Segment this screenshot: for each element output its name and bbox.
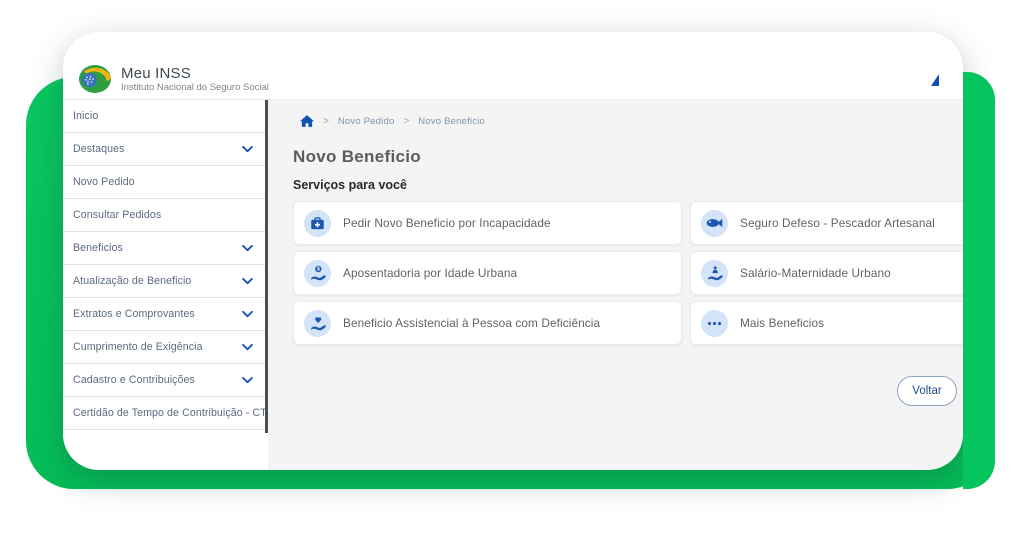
service-card-label: Pedir Novo Beneficio por Incapacidade <box>343 216 551 230</box>
service-card-label: Seguro Defeso - Pescador Artesanal <box>740 216 935 230</box>
green-overlay-bar <box>963 72 995 489</box>
service-card-label: Salário-Maternidade Urbano <box>740 266 891 280</box>
service-card-aposentadoria-por-idade-urbana[interactable]: $ Aposentadoria por Idade Urbana <box>293 251 682 295</box>
service-card-label: Beneficio Assistencial à Pessoa com Defi… <box>343 316 600 330</box>
sidebar-item-label: Certidão de Tempo de Contribuição - CTC <box>73 407 275 419</box>
sidebar-item-novo-pedido[interactable]: Novo Pedido <box>63 166 265 199</box>
sidebar-item-label: Inicio <box>73 110 98 122</box>
chevron-down-icon <box>242 377 253 384</box>
meu-inss-window: Meu INSS Instituto Nacional do Seguro So… <box>63 32 963 470</box>
svg-text:$: $ <box>316 267 319 273</box>
service-card-label: Aposentadoria por Idade Urbana <box>343 266 517 280</box>
service-card-pedir-novo-beneficio-por-incapacidade[interactable]: Pedir Novo Beneficio por Incapacidade <box>293 201 682 245</box>
sidebar-item-consultar-pedidos[interactable]: Consultar Pedidos <box>63 199 265 232</box>
breadcrumb: > Novo Pedido > Novo Beneficio <box>300 112 963 130</box>
chevron-down-icon <box>242 245 253 252</box>
breadcrumb-separator: > <box>323 116 329 127</box>
brand-block: Meu INSS Instituto Nacional do Seguro So… <box>121 66 269 94</box>
sidebar-item-cumprimento-de-exigencia[interactable]: Cumprimento de Exigência <box>63 331 265 364</box>
section-subtitle: Serviços para você <box>293 178 963 192</box>
sidebar-item-cadastro-e-contribuicoes[interactable]: Cadastro e Contribuições <box>63 364 265 397</box>
sidebar-item-label: Cadastro e Contribuições <box>73 374 195 386</box>
sidebar-item-extratos-e-comprovantes[interactable]: Extratos e Comprovantes <box>63 298 265 331</box>
breadcrumb-link-novo-beneficio[interactable]: Novo Beneficio <box>418 116 485 127</box>
sidebar-item-certidao-de-tempo-de-contribuicao-ctc[interactable]: Certidão de Tempo de Contribuição - CTC <box>63 397 265 430</box>
sidebar-item-label: Destaques <box>73 143 125 155</box>
back-button[interactable]: Voltar <box>897 376 957 406</box>
sidebar-item-label: Atualização de Beneficio <box>73 275 191 287</box>
sidebar-item-atualizacao-de-beneficio[interactable]: Atualização de Beneficio <box>63 265 265 298</box>
app-title: Meu INSS <box>121 66 269 82</box>
inss-logo-icon <box>78 64 112 94</box>
service-card-mais-beneficios[interactable]: Mais Beneficios <box>690 301 963 345</box>
ellipsis-icon <box>701 310 728 337</box>
hand-coin-icon: $ <box>304 260 331 287</box>
main-content: > Novo Pedido > Novo Beneficio Novo Benefic… <box>268 100 963 470</box>
service-card-label: Mais Beneficios <box>740 316 824 330</box>
sidebar-item-inicio[interactable]: Inicio <box>63 100 265 133</box>
hand-person-icon <box>701 260 728 287</box>
sidebar-item-label: Novo Pedido <box>73 176 135 188</box>
fish-icon <box>701 210 728 237</box>
page-title: Novo Beneficio <box>293 147 963 167</box>
sidebar-item-label: Cumprimento de Exigência <box>73 341 203 353</box>
service-card-beneficio-assistencial-a-pessoa-com-deficiencia[interactable]: Beneficio Assistencial à Pessoa com Defi… <box>293 301 682 345</box>
sidebar-item-beneficios[interactable]: Beneficios <box>63 232 265 265</box>
hand-heart-icon <box>304 310 331 337</box>
sidebar: Inicio Destaques Novo Pedido Consultar Pedi… <box>63 99 265 470</box>
page: Meu INSS Instituto Nacional do Seguro So… <box>0 0 1024 536</box>
chevron-down-icon <box>242 278 253 285</box>
service-card-grid: Pedir Novo Beneficio por Incapacidade Seg… <box>293 201 963 345</box>
sidebar-item-label: Extratos e Comprovantes <box>73 308 195 320</box>
sidebar-item-destaques[interactable]: Destaques <box>63 133 265 166</box>
clipped-header-icon <box>931 74 939 86</box>
sidebar-item-label: Beneficios <box>73 242 123 254</box>
sidebar-item-label: Consultar Pedidos <box>73 209 161 221</box>
breadcrumb-link-novo-pedido[interactable]: Novo Pedido <box>338 116 395 127</box>
service-card-seguro-defeso-pescador-artesanal[interactable]: Seguro Defeso - Pescador Artesanal <box>690 201 963 245</box>
window-body: Inicio Destaques Novo Pedido Consultar Pedi… <box>63 100 963 470</box>
briefcase-medical-icon <box>304 210 331 237</box>
app-subtitle: Instituto Nacional do Seguro Social <box>121 82 269 94</box>
home-icon[interactable] <box>300 115 314 127</box>
chevron-down-icon <box>242 146 253 153</box>
chevron-down-icon <box>242 344 253 351</box>
breadcrumb-separator: > <box>403 116 409 127</box>
service-card-salario-maternidade-urbano[interactable]: Salário-Maternidade Urbano <box>690 251 963 295</box>
chevron-down-icon <box>242 311 253 318</box>
app-header: Meu INSS Instituto Nacional do Seguro So… <box>63 32 963 100</box>
